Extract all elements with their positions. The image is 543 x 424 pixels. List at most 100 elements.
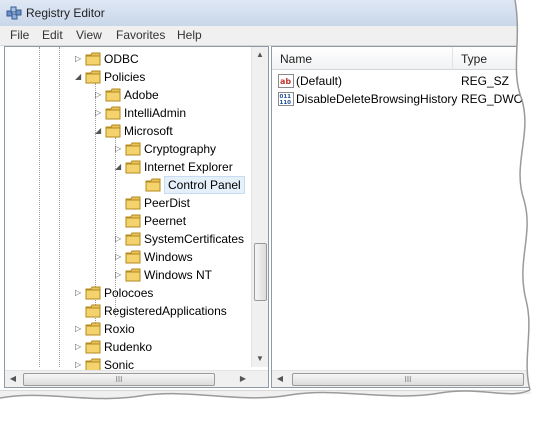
column-header-name-label: Name: [280, 52, 313, 66]
tree-vertical-scroll-thumb[interactable]: [254, 243, 267, 301]
collapsed-arrow-icon[interactable]: ▷: [115, 252, 123, 262]
folder-icon: [85, 340, 101, 354]
list-horizontal-scrollbar[interactable]: ◀ III: [272, 370, 543, 387]
value-type: REG_DWORD: [461, 92, 541, 106]
status-bar: Computer\HKEY_LOCAL_MACHINE\SOFTWARE\Pol…: [0, 390, 543, 413]
menu-edit[interactable]: Edit: [40, 28, 65, 42]
folder-icon: [105, 124, 121, 138]
tree-item[interactable]: PeerDist: [5, 194, 253, 212]
string-value-icon: ab: [278, 74, 294, 88]
column-header-name[interactable]: Name: [272, 47, 453, 70]
tree-item[interactable]: ▷ ODBC: [5, 50, 253, 68]
folder-icon: [85, 70, 101, 84]
expanded-arrow-icon[interactable]: ◢: [75, 72, 83, 82]
tree-item[interactable]: Control Panel: [5, 176, 253, 194]
folder-icon: [85, 304, 101, 318]
tree-horizontal-scroll-thumb[interactable]: III: [23, 373, 215, 386]
tree-item-label: PeerDist: [144, 196, 191, 210]
tree-item-label: Cryptography: [144, 142, 217, 156]
collapsed-arrow-icon[interactable]: ▷: [115, 234, 123, 244]
window-title: Registry Editor: [26, 6, 105, 20]
list-item[interactable]: 011 110 DisableDeleteBrowsingHistory REG…: [272, 90, 543, 108]
tree-item[interactable]: Peernet: [5, 212, 253, 230]
registry-key-tree[interactable]: ▷ ODBC ◢ Policies ▷ Adobe ▷ IntelliAdmin ◢ Micros…: [4, 46, 269, 388]
expanded-arrow-icon[interactable]: ◢: [95, 126, 103, 136]
tree-item[interactable]: ▷ Roxio: [5, 320, 253, 338]
tree-item-label: Polocoes: [104, 286, 154, 300]
tree-item[interactable]: ▷ Rudenko: [5, 338, 253, 356]
folder-icon: [125, 214, 141, 228]
menu-favorites[interactable]: Favorites: [114, 28, 167, 42]
list-item[interactable]: ab (Default) REG_SZ: [272, 72, 543, 90]
tree-item[interactable]: ◢ Microsoft: [5, 122, 253, 140]
tree-item-label: Control Panel: [164, 176, 245, 194]
registry-values-list[interactable]: Name Type ab (Default) REG_SZ 011 110 Di…: [271, 46, 543, 388]
tree-vertical-scrollbar[interactable]: ▲ ▼: [251, 47, 268, 367]
menu-bar: File Edit View Favorites Help: [0, 26, 543, 46]
tree-item[interactable]: ▷ Cryptography: [5, 140, 253, 158]
collapsed-arrow-icon[interactable]: ▷: [95, 108, 103, 118]
collapsed-arrow-icon[interactable]: ▷: [115, 144, 123, 154]
tree-item-label: SystemCertificates: [144, 232, 245, 246]
collapsed-arrow-icon[interactable]: ▷: [75, 54, 83, 64]
folder-icon: [125, 268, 141, 282]
tree-item-label: RegisteredApplications: [104, 304, 227, 318]
expanded-arrow-icon[interactable]: ◢: [115, 162, 123, 172]
value-name: DisableDeleteBrowsingHistory: [296, 92, 458, 106]
collapsed-arrow-icon[interactable]: ▷: [95, 90, 103, 100]
tree-item[interactable]: ◢ Internet Explorer: [5, 158, 253, 176]
menu-help[interactable]: Help: [175, 28, 204, 42]
tree-item[interactable]: ▷ Polocoes: [5, 284, 253, 302]
svg-text:ab: ab: [280, 77, 291, 86]
scroll-down-arrow-icon[interactable]: ▼: [252, 351, 268, 367]
folder-icon: [145, 178, 161, 192]
scroll-up-arrow-icon[interactable]: ▲: [252, 47, 268, 63]
tree-item[interactable]: ◢ Policies: [5, 68, 253, 86]
scroll-left-arrow-icon[interactable]: ◀: [5, 371, 21, 387]
tree-item-label: Windows NT: [144, 268, 213, 282]
list-horizontal-scroll-thumb[interactable]: III: [292, 373, 524, 386]
tree-item[interactable]: ▷ IntelliAdmin: [5, 104, 253, 122]
folder-icon: [85, 286, 101, 300]
tree-item-label: IntelliAdmin: [124, 106, 187, 120]
tree-item-label: Roxio: [104, 322, 135, 336]
tree-item[interactable]: RegisteredApplications: [5, 302, 253, 320]
menu-file[interactable]: File: [8, 28, 31, 42]
scroll-right-arrow-icon[interactable]: ▶: [235, 371, 251, 387]
collapsed-arrow-icon[interactable]: ▷: [75, 360, 83, 370]
folder-icon: [85, 322, 101, 336]
collapsed-arrow-icon[interactable]: ▷: [75, 342, 83, 352]
tree-item[interactable]: ▷ Windows: [5, 248, 253, 266]
folder-icon: [85, 52, 101, 66]
menu-view[interactable]: View: [74, 28, 104, 42]
value-type: REG_SZ: [461, 74, 510, 88]
tree-item-label: Adobe: [124, 88, 159, 102]
registry-editor-icon: [6, 5, 22, 21]
tree-item[interactable]: ▷ Adobe: [5, 86, 253, 104]
tree-item-label: Rudenko: [104, 340, 153, 354]
column-header-type[interactable]: Type: [453, 47, 543, 70]
folder-icon: [105, 106, 121, 120]
tree-item[interactable]: ▷ SystemCertificates: [5, 230, 253, 248]
tree-item-label: Policies: [104, 70, 146, 84]
tree-item-label: Microsoft: [124, 124, 173, 138]
tree-item-label: Internet Explorer: [144, 160, 233, 174]
collapsed-arrow-icon[interactable]: ▷: [75, 324, 83, 334]
tree-item-label: ODBC: [104, 52, 139, 66]
value-name: (Default): [296, 74, 343, 88]
collapsed-arrow-icon[interactable]: ▷: [115, 270, 123, 280]
scroll-left-arrow-icon[interactable]: ◀: [272, 371, 288, 387]
folder-icon: [125, 232, 141, 246]
collapsed-arrow-icon[interactable]: ▷: [75, 288, 83, 298]
tree-horizontal-scrollbar[interactable]: ◀ III ▶: [5, 370, 268, 387]
folder-icon: [125, 196, 141, 210]
folder-icon: [125, 250, 141, 264]
svg-text:110: 110: [280, 100, 292, 106]
column-header-type-label: Type: [461, 52, 488, 66]
tree-item[interactable]: ▷ Windows NT: [5, 266, 253, 284]
registry-editor-window: Registry Editor File Edit View Favorites…: [0, 0, 543, 424]
folder-icon: [125, 142, 141, 156]
title-bar: Registry Editor: [0, 0, 543, 27]
folder-icon: [125, 160, 141, 174]
tree-item-label: Peernet: [144, 214, 187, 228]
